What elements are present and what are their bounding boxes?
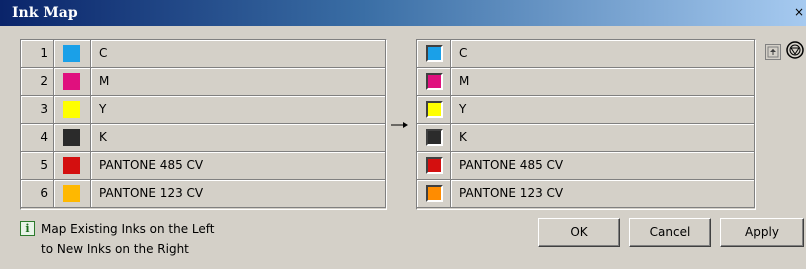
move-up-icon[interactable] (765, 44, 781, 60)
ink-swatch-cell (54, 152, 91, 180)
ink-swatch (63, 45, 80, 62)
ink-name: PANTONE 485 CV (451, 152, 755, 180)
ink-swatch-button[interactable] (417, 40, 451, 68)
ink-swatch (426, 185, 443, 202)
new-ink-row[interactable]: PANTONE 485 CV (417, 152, 755, 180)
ink-name: K (451, 124, 755, 152)
ink-swatch (63, 73, 80, 90)
ink-number: 4 (21, 124, 54, 152)
new-ink-row[interactable]: Y (417, 96, 755, 124)
ink-name: PANTONE 123 CV (451, 180, 755, 208)
existing-ink-row[interactable]: 3 Y (21, 96, 386, 124)
existing-ink-row[interactable]: 1 C (21, 40, 386, 68)
new-inks-list[interactable]: C M Y K PANTONE 485 CV PANTONE 123 CV (416, 39, 756, 210)
info-message: Map Existing Inks on the Left to New Ink… (41, 219, 215, 259)
existing-inks-list[interactable]: 1 C 2 M 3 Y 4 K 5 PANTONE 485 CV 6 PANTO… (20, 39, 387, 210)
cancel-button[interactable]: Cancel (629, 218, 711, 247)
ink-name: M (451, 68, 755, 96)
info-line-1: Map Existing Inks on the Left (41, 222, 215, 236)
ink-swatch (63, 129, 80, 146)
ink-swatch-button[interactable] (417, 180, 451, 208)
ink-swatch (63, 157, 80, 174)
ink-gamut-icon[interactable] (785, 40, 805, 60)
new-ink-row[interactable]: PANTONE 123 CV (417, 180, 755, 208)
info-line-2: to New Inks on the Right (41, 242, 189, 256)
close-icon[interactable]: × (794, 5, 804, 19)
ink-name: PANTONE 123 CV (91, 180, 386, 208)
ink-number: 2 (21, 68, 54, 96)
existing-ink-row[interactable]: 2 M (21, 68, 386, 96)
ink-name: Y (91, 96, 386, 124)
ink-swatch-cell (54, 180, 91, 208)
ink-name: Y (451, 96, 755, 124)
ink-swatch (63, 101, 80, 118)
ink-swatch (426, 129, 443, 146)
existing-ink-row[interactable]: 6 PANTONE 123 CV (21, 180, 386, 208)
existing-ink-row[interactable]: 5 PANTONE 485 CV (21, 152, 386, 180)
ink-swatch-cell (54, 68, 91, 96)
ink-swatch-button[interactable] (417, 124, 451, 152)
window-title: Ink Map (12, 5, 78, 21)
ink-swatch-cell (54, 40, 91, 68)
ink-name: M (91, 68, 386, 96)
ink-swatch (426, 101, 443, 118)
ink-number: 6 (21, 180, 54, 208)
ok-button[interactable]: OK (538, 218, 620, 247)
ink-swatch (426, 157, 443, 174)
ink-swatch (426, 45, 443, 62)
apply-button[interactable]: Apply (720, 218, 804, 247)
ink-map-dialog: Ink Map × 1 C 2 M 3 Y 4 K 5 PANTONE 485 … (0, 0, 806, 269)
ink-swatch-cell (54, 96, 91, 124)
ink-swatch-cell (54, 124, 91, 152)
ink-number: 5 (21, 152, 54, 180)
title-bar[interactable]: Ink Map × (0, 0, 806, 26)
ink-swatch (63, 185, 80, 202)
new-ink-row[interactable]: C (417, 40, 755, 68)
ink-name: C (451, 40, 755, 68)
ink-swatch-button[interactable] (417, 96, 451, 124)
info-icon: i (20, 221, 35, 236)
ink-swatch (426, 73, 443, 90)
new-ink-row[interactable]: M (417, 68, 755, 96)
ink-number: 1 (21, 40, 54, 68)
ink-name: C (91, 40, 386, 68)
ink-name: K (91, 124, 386, 152)
ink-swatch-button[interactable] (417, 68, 451, 96)
existing-ink-row[interactable]: 4 K (21, 124, 386, 152)
ink-number: 3 (21, 96, 54, 124)
new-ink-row[interactable]: K (417, 124, 755, 152)
ink-swatch-button[interactable] (417, 152, 451, 180)
arrow-right-icon (391, 122, 408, 128)
ink-name: PANTONE 485 CV (91, 152, 386, 180)
